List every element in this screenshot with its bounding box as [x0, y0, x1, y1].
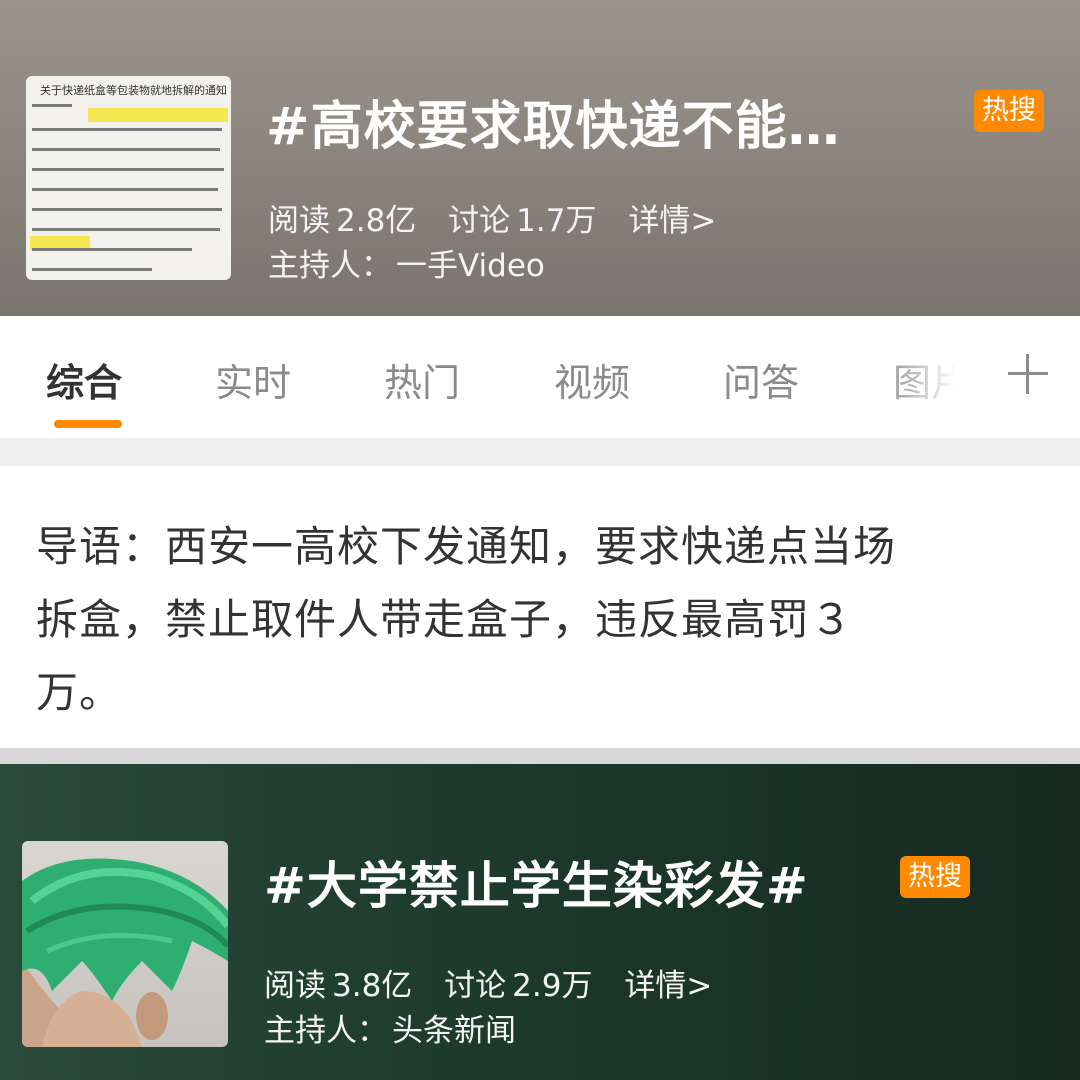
section-divider	[0, 438, 1080, 466]
section-divider	[0, 748, 1080, 764]
thumbnail-text-line	[32, 168, 224, 171]
thumbnail-text-line	[32, 148, 220, 151]
topic-title[interactable]: #高校要求取快递不能…	[266, 84, 841, 159]
thumbnail-text-line	[32, 248, 192, 251]
discussion-label: 讨论	[448, 203, 511, 239]
topic-title[interactable]: #大学禁止学生染彩发#	[264, 846, 809, 918]
read-label: 阅读	[268, 203, 330, 239]
thumbnail-text-line	[32, 268, 152, 271]
active-tab-indicator	[54, 420, 122, 428]
thumbnail-text-line	[32, 228, 220, 231]
topic-thumbnail-green-hair-photo[interactable]	[22, 841, 228, 1047]
details-link[interactable]: 详情>	[624, 968, 712, 1004]
read-value: 2.8亿	[336, 203, 417, 239]
host-name[interactable]: 一手Video	[396, 248, 545, 284]
intro-line: 万。	[36, 668, 123, 717]
hot-search-badge: 热搜	[974, 90, 1044, 132]
tab-video[interactable]: 视频	[554, 352, 630, 407]
topic-stats: 阅读 2.8亿 讨论 1.7万 详情>	[268, 195, 738, 240]
read-count: 阅读 3.8亿	[264, 968, 412, 1004]
topic-host: 主持人： 头条新闻	[264, 1005, 538, 1050]
topic-intro: 导语：西安一高校下发通知，要求快递点当场 拆盒，禁止取件人带走盒子，违反最高罚３…	[36, 510, 1046, 729]
thumbnail-text-line	[32, 188, 218, 191]
read-value: 3.8亿	[332, 968, 413, 1004]
green-hair-illustration	[22, 858, 228, 1047]
add-tab-icon[interactable]	[1004, 350, 1052, 398]
topic-thumbnail-notice-document[interactable]: 关于快递纸盒等包装物就地拆解的通知	[26, 76, 231, 280]
discussion-count: 讨论 1.7万	[448, 203, 596, 239]
host-name[interactable]: 头条新闻	[392, 1013, 516, 1049]
thumbnail-document-title: 关于快递纸盒等包装物就地拆解的通知	[40, 84, 227, 97]
discussion-label: 讨论	[444, 968, 507, 1004]
tab-comprehensive[interactable]: 综合	[46, 352, 122, 407]
intro-line: 导语：西安一高校下发通知，要求快递点当场	[36, 522, 897, 571]
read-count: 阅读 2.8亿	[268, 203, 416, 239]
details-link[interactable]: 详情>	[628, 203, 716, 239]
intro-line: 拆盒，禁止取件人带走盒子，违反最高罚３	[36, 595, 854, 644]
thumbnail-highlight	[88, 108, 228, 122]
thumbnail-text-line	[32, 208, 222, 211]
host-label: 主持人：	[264, 1013, 388, 1049]
topic-host: 主持人： 一手Video	[268, 240, 567, 285]
tab-realtime[interactable]: 实时	[215, 352, 291, 407]
tab-popular[interactable]: 热门	[384, 352, 460, 407]
read-label: 阅读	[264, 968, 326, 1004]
tab-overflow-fade	[880, 330, 990, 430]
host-label: 主持人：	[268, 248, 392, 284]
topic-stats: 阅读 3.8亿 讨论 2.9万 详情>	[264, 960, 734, 1005]
thumbnail-text-line	[32, 128, 222, 131]
hot-search-badge: 热搜	[900, 856, 970, 898]
discussion-value: 2.9万	[512, 968, 593, 1004]
discussion-count: 讨论 2.9万	[444, 968, 592, 1004]
discussion-value: 1.7万	[516, 203, 597, 239]
thumbnail-text-line	[32, 104, 72, 107]
tab-qa[interactable]: 问答	[723, 352, 799, 407]
